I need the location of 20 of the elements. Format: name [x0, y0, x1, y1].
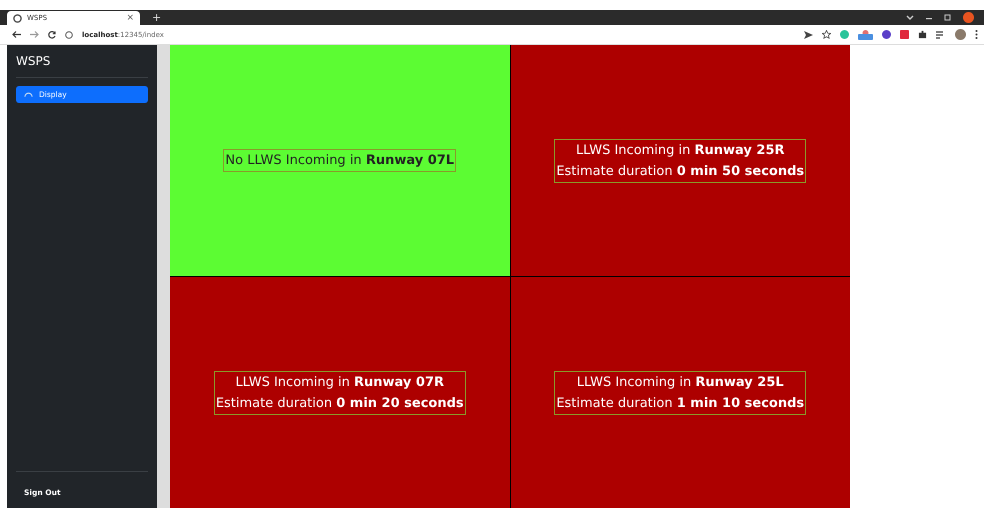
- extension-icon[interactable]: [858, 30, 873, 40]
- gauge-icon: [24, 91, 33, 98]
- forward-icon[interactable]: [30, 31, 39, 38]
- chevron-icon[interactable]: [906, 14, 914, 20]
- minimize-icon[interactable]: [926, 16, 932, 20]
- back-icon[interactable]: [12, 31, 21, 38]
- alert-message: LLWS Incoming in Runway 25L Estimate duration 1 min 10 seconds: [554, 370, 806, 414]
- alert-message: LLWS Incoming in Runway 25R Estimate duration 0 min 50 seconds: [554, 138, 806, 182]
- reload-icon[interactable]: [48, 30, 56, 38]
- menu-icon[interactable]: [975, 30, 978, 39]
- close-icon[interactable]: ×: [126, 13, 134, 23]
- new-tab-button[interactable]: +: [152, 12, 162, 23]
- alert-message: LLWS Incoming in Runway 07R Estimate duration 0 min 20 seconds: [214, 370, 466, 414]
- playlist-icon[interactable]: [936, 30, 946, 38]
- avatar-icon[interactable]: [955, 29, 966, 40]
- send-icon[interactable]: [804, 30, 813, 38]
- app-title: WSPS: [16, 45, 148, 78]
- alert-message: No LLWS Incoming in Runway 07L: [223, 149, 456, 172]
- restore-icon[interactable]: [944, 14, 951, 21]
- star-icon[interactable]: [822, 30, 831, 39]
